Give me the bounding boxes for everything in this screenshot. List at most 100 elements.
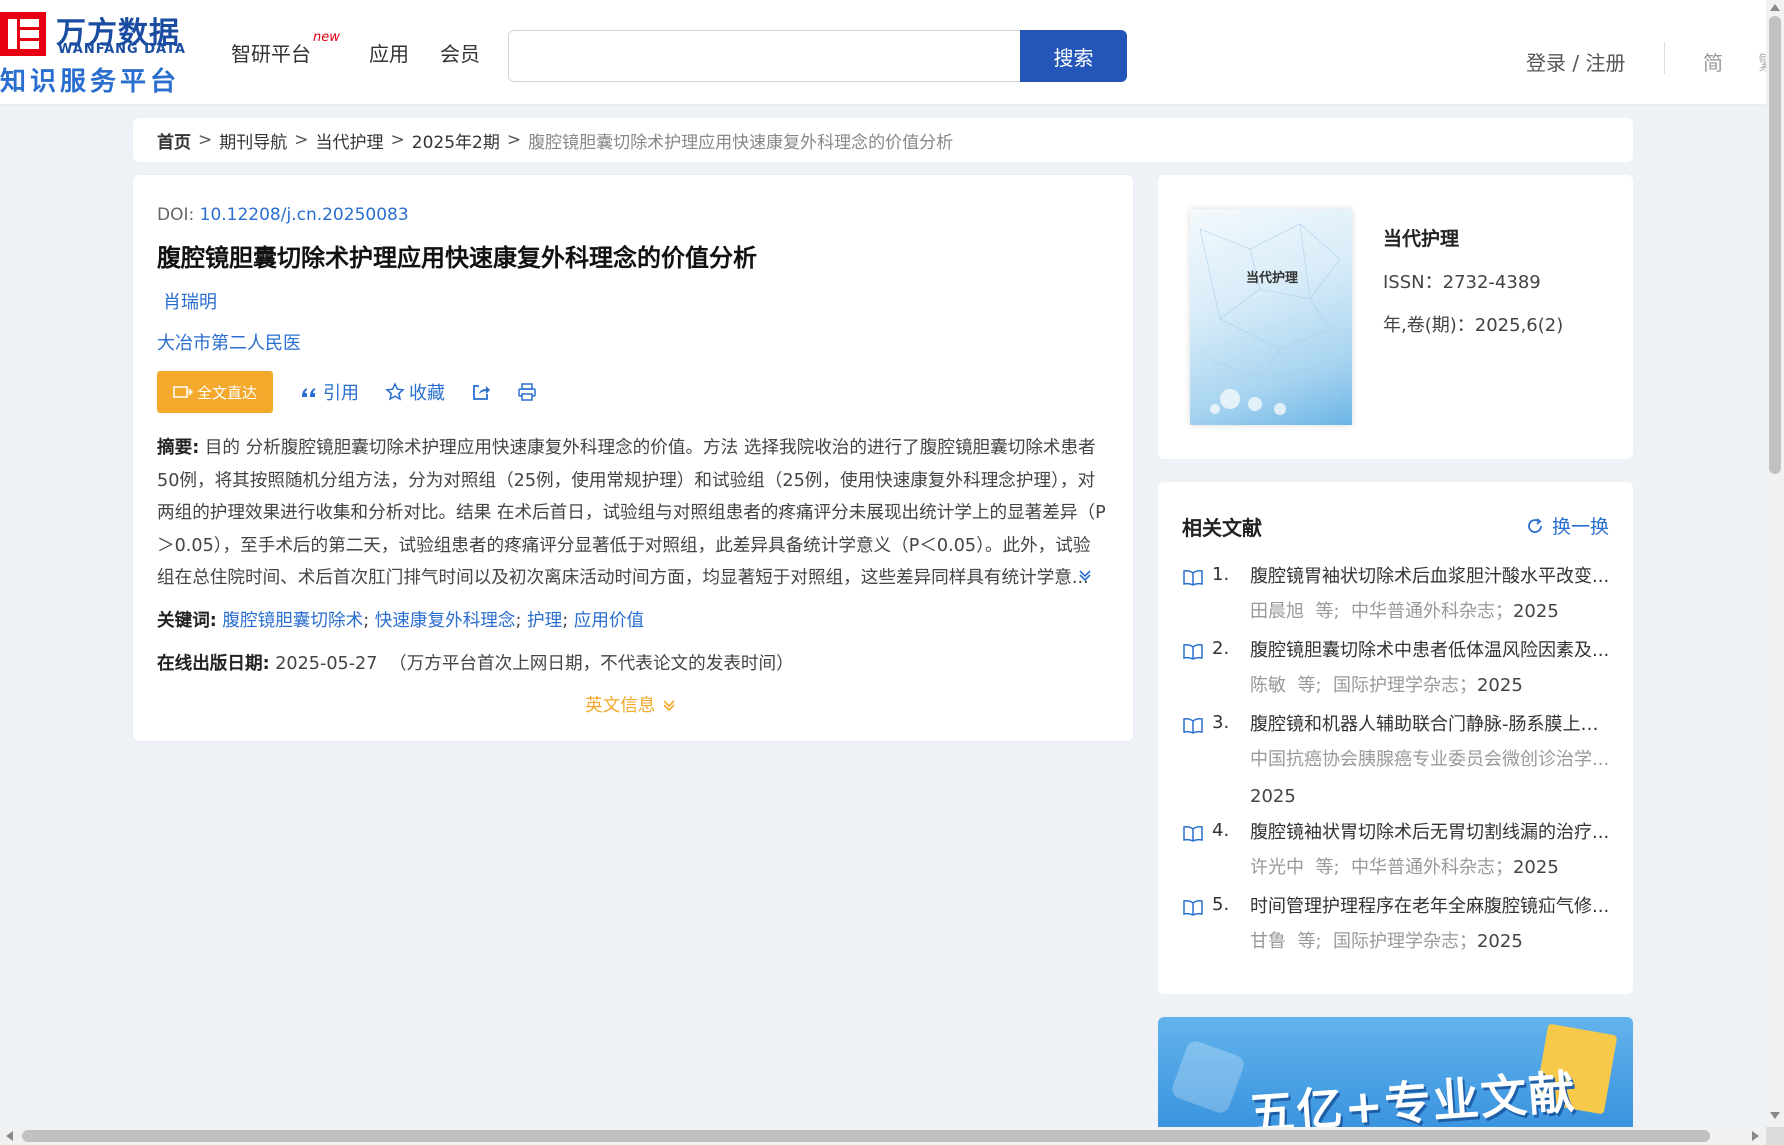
refresh-button[interactable]: 换一换 (1526, 512, 1609, 539)
scroll-right-icon[interactable] (1752, 1131, 1759, 1141)
keyword-link[interactable]: 腹腔镜胆囊切除术 (222, 611, 363, 631)
search-box (508, 30, 1020, 82)
journal-name[interactable]: 当代护理 (1383, 224, 1459, 251)
fulltext-label: 全文直达 (196, 383, 257, 402)
item-meta: 田晨旭 等; 中华普通外科杂志；2025 (1250, 601, 1559, 622)
journal-card: 当代护理 当代护理 ISSN：2732-4389 年,卷(期)：2025,6(2… (1158, 175, 1633, 459)
breadcrumb-journal-nav[interactable]: 期刊导航 (219, 128, 287, 153)
cite-button[interactable]: 引用 (299, 379, 359, 405)
abstract-text: 目的 分析腹腔镜胆囊切除术护理应用快速康复外科理念的价值。方法 选择我院收治的进… (157, 438, 1106, 588)
doi-link[interactable]: 10.12208/j.cn.20250083 (200, 205, 409, 225)
vertical-scrollbar[interactable] (1766, 0, 1784, 1145)
nav-zhiyan-platform[interactable]: 智研平台 (231, 38, 311, 67)
pubdate-note: （万方平台首次上网日期，不代表论文的发表时间） (389, 654, 794, 674)
nav-apps[interactable]: 应用 (369, 38, 409, 67)
item-title[interactable]: 腹腔镜胆囊切除术中患者低体温风险因素及... (1250, 636, 1610, 666)
item-year: 2025 (1250, 786, 1296, 807)
share-icon (473, 385, 490, 400)
new-badge: new (313, 30, 340, 45)
scroll-left-icon[interactable] (6, 1131, 13, 1141)
banner-text: 五亿+专业文献 (1246, 1064, 1579, 1127)
favorite-label: 收藏 (409, 383, 445, 404)
top-header: 万方数据 WANFANG DATA 知识服务平台 智研平台 new 应用 会员 … (0, 0, 1766, 104)
doi-label: DOI: (157, 205, 195, 225)
article-title: 腹腔镜胆囊切除术护理应用快速康复外科理念的价值分析 (157, 244, 757, 272)
search-input[interactable] (509, 31, 1020, 81)
journal-issn: ISSN：2732-4389 (1383, 272, 1541, 293)
item-title[interactable]: 时间管理护理程序在老年全麻腹腔镜疝气修... (1250, 892, 1610, 922)
abstract: 摘要: 目的 分析腹腔镜胆囊切除术护理应用快速康复外科理念的价值。方法 选择我院… (157, 432, 1107, 594)
keywords-label: 关键词: (157, 611, 217, 631)
publish-date: 在线出版日期: 2025-05-27 （万方平台首次上网日期，不代表论文的发表时… (157, 650, 794, 675)
book-open-icon (1183, 718, 1203, 734)
related-list: 1. 腹腔镜胃袖状切除术后血浆胆汁酸水平改变... 田晨旭 等; 中华普通外科杂… (1182, 562, 1612, 962)
item-number: 3. (1212, 712, 1230, 733)
book-open-icon (1183, 900, 1203, 916)
list-item[interactable]: 2. 腹腔镜胆囊切除术中患者低体温风险因素及... 陈敏 等; 国际护理学杂志；… (1182, 636, 1612, 706)
breadcrumb-issue[interactable]: 2025年2期 (412, 128, 500, 153)
keyword-link[interactable]: 应用价值 (574, 611, 644, 631)
quote-icon (302, 388, 315, 397)
related-heading: 相关文献 (1182, 516, 1262, 540)
journal-year-volume: 年,卷(期)：2025,6(2) (1383, 315, 1564, 336)
lang-traditional[interactable]: 繁 (1758, 47, 1766, 76)
related-literature-card: 相关文献 换一换 1. 腹腔镜胃袖状切除术后血浆胆汁酸水平改变... 田晨旭 等… (1158, 482, 1633, 994)
cover-network-pattern (1199, 223, 1341, 415)
article-card: DOI: 10.12208/j.cn.20250083 腹腔镜胆囊切除术护理应用… (133, 175, 1133, 741)
keyword-link[interactable]: 护理 (527, 611, 562, 631)
favorite-button[interactable]: 收藏 (385, 379, 445, 405)
fulltext-button[interactable]: 全文直达 (157, 371, 273, 413)
keywords: 关键词: 腹腔镜胆囊切除术; 快速康复外科理念; 护理; 应用价值 (157, 611, 645, 631)
lang-simplified[interactable]: 简 (1703, 47, 1723, 76)
item-title[interactable]: 腹腔镜和机器人辅助联合门静脉-肠系膜上静... (1250, 710, 1610, 740)
horizontal-scrollbar[interactable] (0, 1127, 1766, 1145)
nav-membership[interactable]: 会员 (440, 38, 480, 67)
item-title[interactable]: 腹腔镜袖状胃切除术后无胃切割线漏的治疗... (1250, 818, 1610, 848)
list-item[interactable]: 1. 腹腔镜胃袖状切除术后血浆胆汁酸水平改变... 田晨旭 等; 中华普通外科杂… (1182, 562, 1612, 632)
chevron-double-down-icon (663, 699, 675, 711)
breadcrumb-home[interactable]: 首页 (157, 128, 191, 153)
book-open-icon (1183, 826, 1203, 842)
breadcrumb-current: 腹腔镜胆囊切除术护理应用快速康复外科理念的价值分析 (528, 132, 954, 153)
item-meta: 许光中 等; 中华普通外科杂志；2025 (1250, 857, 1559, 878)
horizontal-scroll-thumb[interactable] (22, 1130, 1710, 1142)
book-open-icon (1183, 570, 1203, 586)
english-info-label: 英文信息 (585, 696, 656, 716)
wanfang-logo[interactable]: 万方数据 WANFANG DATA 知识服务平台 (0, 10, 190, 97)
banner-decoration (1169, 1038, 1247, 1116)
list-item[interactable]: 3. 腹腔镜和机器人辅助联合门静脉-肠系膜上静... 中国抗癌协会胰腺癌专业委员… (1182, 710, 1612, 814)
abstract-label: 摘要: (157, 438, 200, 458)
breadcrumb: 首页 > 期刊导航 > 当代护理 > 2025年2期 > 腹腔镜胆囊切除术护理应… (133, 118, 1633, 162)
journal-cover[interactable]: 当代护理 (1190, 209, 1352, 425)
login-register-link[interactable]: 登录 / 注册 (1526, 47, 1625, 76)
english-info-toggle[interactable]: 英文信息 (585, 692, 677, 717)
item-number: 1. (1212, 564, 1230, 585)
author-link[interactable]: 肖瑞明 (163, 288, 217, 314)
doi: DOI: 10.12208/j.cn.20250083 (157, 205, 409, 225)
breadcrumb-journal[interactable]: 当代护理 (316, 128, 384, 153)
cover-title: 当代护理 (1246, 271, 1299, 286)
list-item[interactable]: 5. 时间管理护理程序在老年全麻腹腔镜疝气修... 甘鲁 等; 国际护理学杂志；… (1182, 892, 1612, 962)
promo-banner[interactable]: 五亿+专业文献 (1158, 1017, 1633, 1127)
list-item[interactable]: 4. 腹腔镜袖状胃切除术后无胃切割线漏的治疗... 许光中 等; 中华普通外科杂… (1182, 818, 1612, 888)
print-button[interactable] (517, 382, 537, 402)
item-title[interactable]: 腹腔镜胃袖状切除术后血浆胆汁酸水平改变... (1250, 562, 1610, 592)
organization-link[interactable]: 大冶市第二人民医 (157, 329, 301, 355)
refresh-icon (1528, 517, 1542, 533)
logo-english-name: WANFANG DATA (58, 42, 186, 57)
article-actions: 全文直达 引用 收藏 (157, 371, 537, 413)
refresh-label: 换一换 (1552, 516, 1610, 538)
star-icon (385, 382, 405, 401)
item-number: 5. (1212, 894, 1230, 915)
item-meta: 陈敏 等; 国际护理学杂志；2025 (1250, 675, 1523, 696)
search-button[interactable]: 搜索 (1020, 30, 1127, 82)
expand-abstract-icon[interactable] (1077, 567, 1093, 583)
scroll-up-icon[interactable] (1770, 4, 1780, 11)
share-button[interactable] (471, 382, 491, 402)
pubdate-label: 在线出版日期: (157, 654, 270, 674)
header-divider (1664, 42, 1665, 74)
scroll-down-icon[interactable] (1770, 1112, 1780, 1119)
print-icon (518, 383, 536, 401)
keyword-link[interactable]: 快速康复外科理念 (375, 611, 516, 631)
vertical-scroll-thumb[interactable] (1769, 16, 1781, 474)
